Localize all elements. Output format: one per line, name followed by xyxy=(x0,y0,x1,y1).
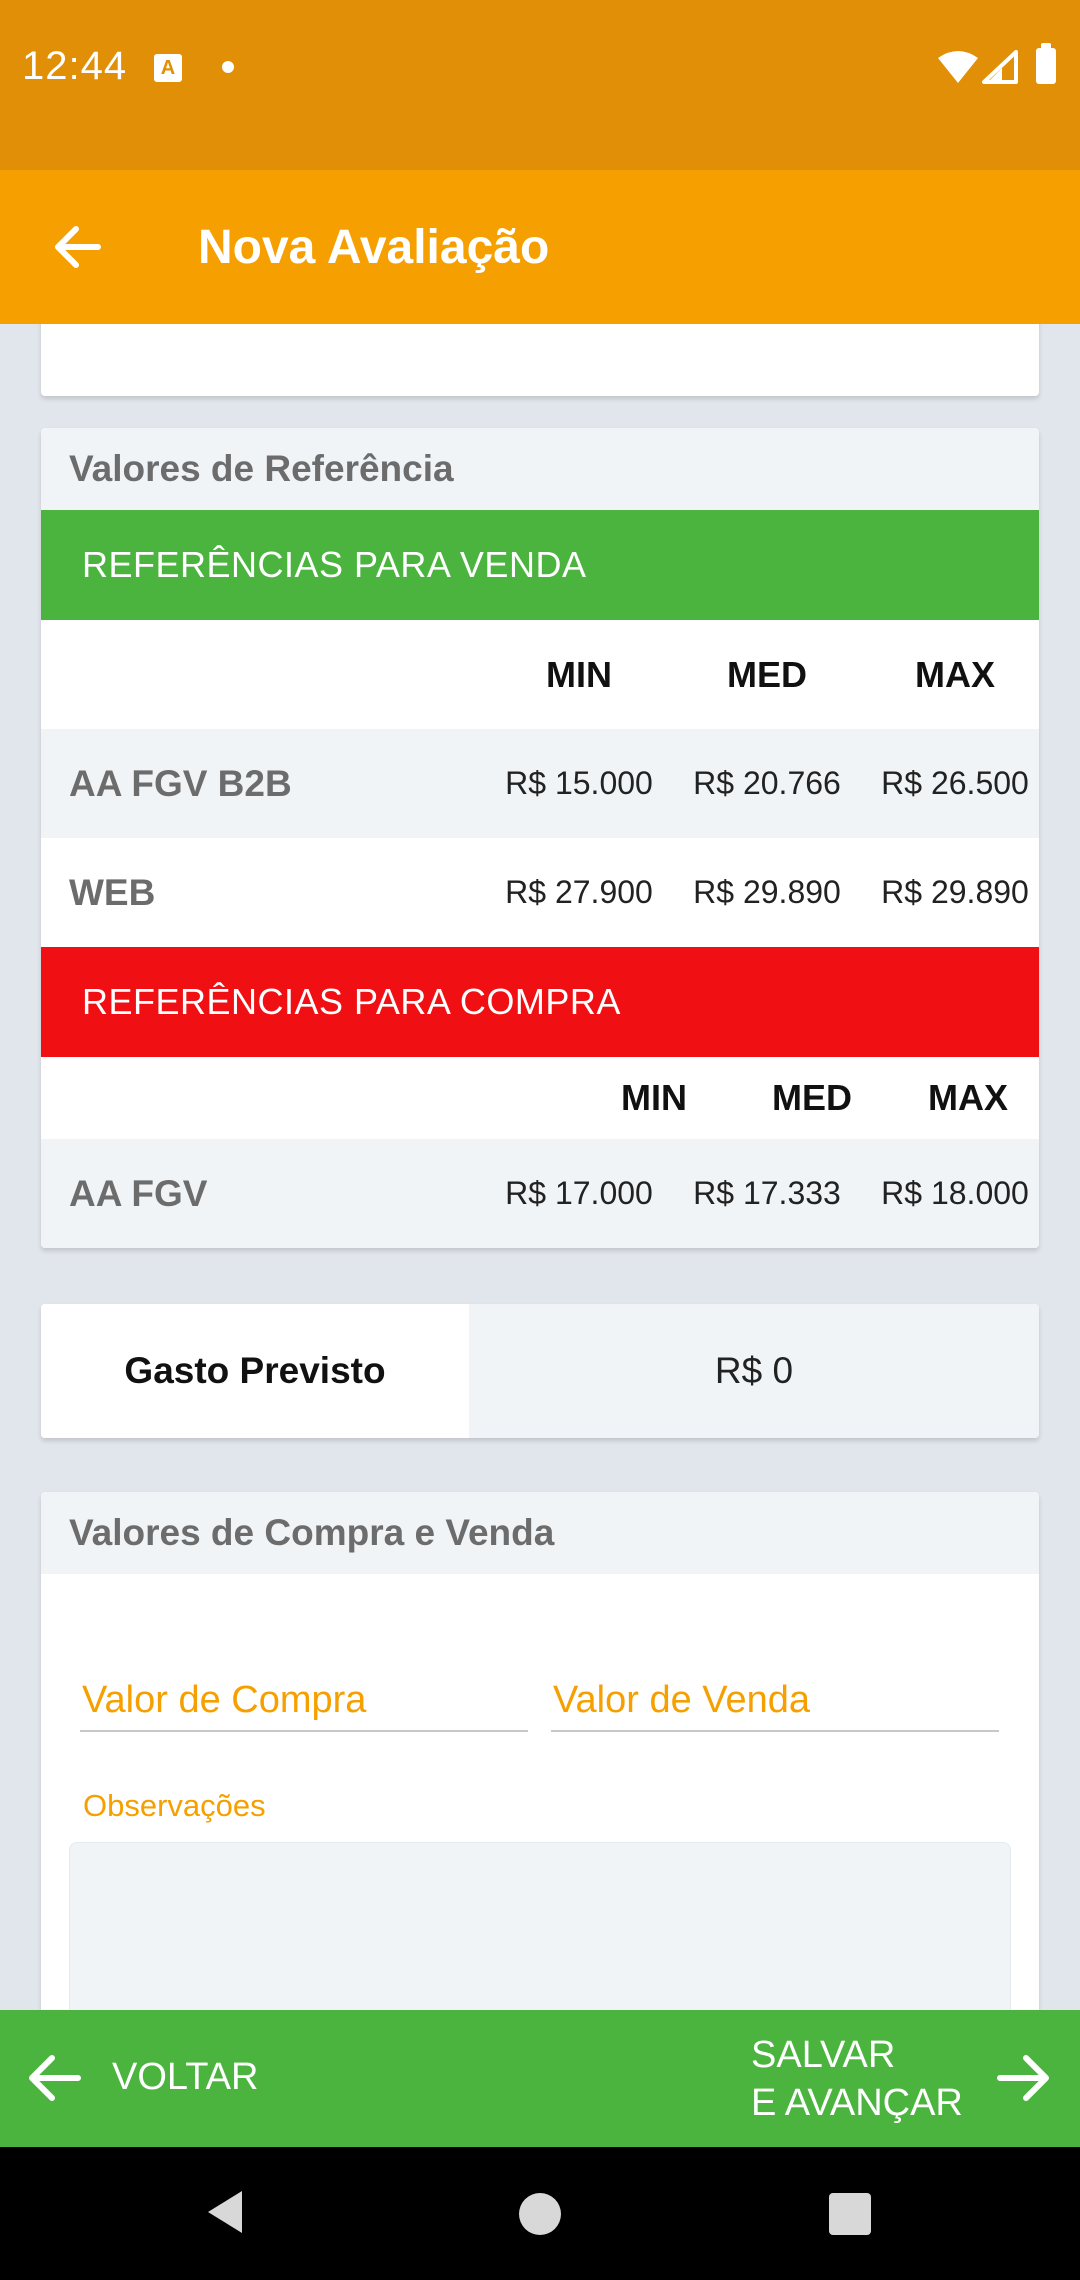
value-med: R$ 29.890 xyxy=(693,874,841,910)
notification-dot-icon xyxy=(222,61,234,73)
status-time: 12:44 xyxy=(22,44,128,88)
table-row: AA FGV B2B R$ 15.000 R$ 20.766 R$ 26.500 xyxy=(41,729,1039,838)
value-max: R$ 26.500 xyxy=(881,765,1029,801)
expected-cost-value: R$ 0 xyxy=(469,1304,1039,1438)
value-min: R$ 27.900 xyxy=(505,874,653,910)
row-label: AA FGV B2B xyxy=(69,763,292,804)
sale-value-input[interactable] xyxy=(551,1670,999,1730)
expected-cost-label: Gasto Previsto xyxy=(41,1304,469,1438)
purchase-columns-header: MIN MED MAX xyxy=(41,1057,1039,1139)
column-min: MIN xyxy=(621,1077,687,1118)
nav-home-icon[interactable] xyxy=(519,2193,561,2235)
bottom-action-bar: VOLTAR SALVAR E AVANÇAR xyxy=(0,2010,1080,2147)
value-min: R$ 17.000 xyxy=(505,1175,653,1211)
battery-icon xyxy=(1036,43,1056,84)
observations-textarea[interactable] xyxy=(69,1842,1011,2010)
table-row: WEB R$ 27.900 R$ 29.890 R$ 29.890 xyxy=(41,838,1039,947)
arrow-right-icon xyxy=(997,2055,1049,2101)
previous-card xyxy=(41,324,1039,396)
nav-back-icon[interactable] xyxy=(204,2187,246,2237)
expected-cost-card: Gasto Previsto R$ 0 xyxy=(41,1304,1039,1438)
sale-value-field xyxy=(551,1670,999,1732)
save-and-next-button[interactable]: SALVAR E AVANÇAR xyxy=(720,2010,1080,2147)
scroll-content[interactable]: Valores de Referência REFERÊNCIAS PARA V… xyxy=(0,324,1080,2010)
wifi-icon xyxy=(938,51,978,83)
purchase-value-input[interactable] xyxy=(80,1670,528,1730)
back-button-label: VOLTAR xyxy=(112,2056,259,2098)
sale-columns-header: MIN MED MAX xyxy=(41,620,1039,729)
column-med: MED xyxy=(727,654,807,695)
purchase-sale-header: Valores de Compra e Venda xyxy=(41,1492,1039,1574)
signal-icon xyxy=(982,50,1018,84)
purchase-references-banner: REFERÊNCIAS PARA COMPRA xyxy=(41,947,1039,1057)
back-arrow-icon[interactable] xyxy=(46,215,110,279)
value-med: R$ 20.766 xyxy=(693,765,841,801)
arrow-left-icon xyxy=(29,2055,81,2101)
row-label: AA FGV xyxy=(69,1173,208,1214)
system-navigation-bar xyxy=(0,2147,1080,2280)
observations-label: Observações xyxy=(83,1788,266,1823)
back-button[interactable]: VOLTAR xyxy=(0,2010,320,2147)
save-button-label-line1: SALVAR xyxy=(751,2034,896,2076)
column-min: MIN xyxy=(546,654,612,695)
reference-values-card: Valores de Referência REFERÊNCIAS PARA V… xyxy=(41,428,1039,1248)
value-max: R$ 29.890 xyxy=(881,874,1029,910)
nav-recent-icon[interactable] xyxy=(829,2193,871,2235)
column-med: MED xyxy=(772,1077,852,1118)
reference-values-header: Valores de Referência xyxy=(41,428,1039,510)
column-max: MAX xyxy=(928,1077,1008,1118)
value-min: R$ 15.000 xyxy=(505,765,653,801)
column-max: MAX xyxy=(915,654,995,695)
table-row: AA FGV R$ 17.000 R$ 17.333 R$ 18.000 xyxy=(41,1139,1039,1248)
status-bar: 12:44 A xyxy=(0,0,1080,170)
app-bar: Nova Avaliação xyxy=(0,170,1080,324)
page-title: Nova Avaliação xyxy=(198,221,550,274)
purchase-value-field xyxy=(80,1670,528,1732)
notification-app-icon: A xyxy=(154,54,182,82)
purchase-sale-card: Valores de Compra e Venda Observações xyxy=(41,1492,1039,2010)
row-label: WEB xyxy=(69,872,156,913)
save-button-label-line2: E AVANÇAR xyxy=(751,2082,963,2124)
value-med: R$ 17.333 xyxy=(693,1175,841,1211)
value-max: R$ 18.000 xyxy=(881,1175,1029,1211)
sale-references-banner: REFERÊNCIAS PARA VENDA xyxy=(41,510,1039,620)
